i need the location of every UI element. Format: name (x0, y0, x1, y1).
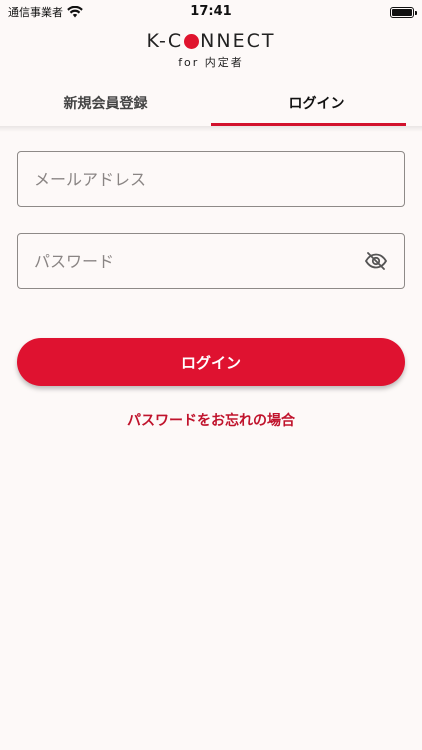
logo-text-right: NNECT (200, 30, 276, 52)
login-button[interactable]: ログイン (17, 338, 405, 386)
password-field[interactable] (17, 233, 405, 289)
forgot-password-link[interactable]: パスワードをお忘れの場合 (0, 410, 422, 430)
auth-tabs: 新規会員登録 ログイン (0, 84, 422, 126)
logo-wordmark: K-C NNECT (147, 30, 276, 52)
password-input[interactable] (34, 251, 364, 271)
email-field[interactable] (17, 151, 405, 207)
status-bar: 通信事業者 17:41 (0, 0, 422, 24)
email-input[interactable] (34, 169, 388, 189)
logo-text-left: K-C (146, 30, 184, 52)
battery-icon (390, 6, 417, 18)
tabs-divider-shadow (0, 126, 422, 132)
logo-red-dot (184, 33, 200, 49)
eye-off-icon[interactable] (364, 249, 388, 273)
tab-register[interactable]: 新規会員登録 (0, 84, 211, 126)
tab-login[interactable]: ログイン (211, 84, 422, 126)
logo-subtitle: for 内定者 (178, 56, 244, 69)
status-time: 17:41 (190, 4, 232, 19)
app-logo: K-C NNECT for 内定者 (0, 30, 422, 70)
